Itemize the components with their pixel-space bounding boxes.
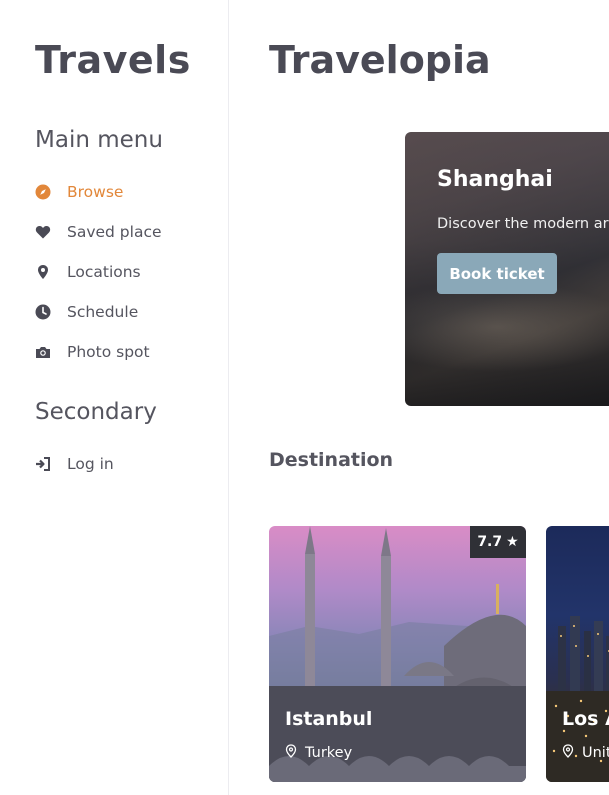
destination-location: Unit xyxy=(562,744,609,762)
heart-icon xyxy=(35,224,51,240)
camera-icon xyxy=(35,344,51,360)
main-menu-title: Main menu xyxy=(35,127,163,153)
sidebar-item-saved-place[interactable]: Saved place xyxy=(35,220,162,244)
secondary-title: Secondary xyxy=(35,399,157,425)
destination-card-istanbul[interactable]: 7.7 ★ Istanbul Turkey xyxy=(269,526,526,782)
hero-card: Shanghai Discover the modern ar Book tic… xyxy=(405,132,609,406)
sidebar-item-label: Browse xyxy=(67,183,124,201)
sidebar-item-locations[interactable]: Locations xyxy=(35,260,141,284)
page-title: Travelopia xyxy=(269,38,491,82)
sidebar-item-label: Schedule xyxy=(67,303,139,321)
map-marker-icon xyxy=(562,744,574,762)
sidebar-item-photo-spot[interactable]: Photo spot xyxy=(35,340,150,364)
hero-title: Shanghai xyxy=(437,167,553,192)
brand-logo[interactable]: Travels xyxy=(35,38,191,82)
destination-section-title: Destination xyxy=(269,449,394,471)
sign-in-icon xyxy=(35,456,51,472)
star-icon: ★ xyxy=(506,534,519,550)
destination-name: Los A xyxy=(562,708,609,730)
rating-badge: 7.7 ★ xyxy=(470,526,526,558)
map-marker-icon xyxy=(285,744,297,762)
sidebar-item-schedule[interactable]: Schedule xyxy=(35,300,138,324)
destination-location: Turkey xyxy=(285,744,352,762)
destination-name: Istanbul xyxy=(285,708,373,730)
sidebar-item-label: Locations xyxy=(67,263,141,281)
book-ticket-button[interactable]: Book ticket xyxy=(437,253,557,294)
sidebar-item-label: Saved place xyxy=(67,223,162,241)
clock-icon xyxy=(35,304,51,320)
sidebar-item-label: Photo spot xyxy=(67,343,150,361)
hero-description: Discover the modern ar xyxy=(437,216,609,232)
map-pin-icon xyxy=(35,264,51,280)
compass-icon xyxy=(35,184,51,200)
sidebar-item-browse[interactable]: Browse xyxy=(35,180,123,204)
sidebar-item-label: Log in xyxy=(67,455,114,473)
hero-background xyxy=(405,282,609,372)
sidebar-item-log-in[interactable]: Log in xyxy=(35,452,114,476)
sidebar: Travels Main menu Browse Saved place Loc… xyxy=(0,0,229,795)
rating-value: 7.7 xyxy=(477,534,503,550)
destination-card-los-angeles[interactable]: Los A Unit xyxy=(546,526,609,782)
